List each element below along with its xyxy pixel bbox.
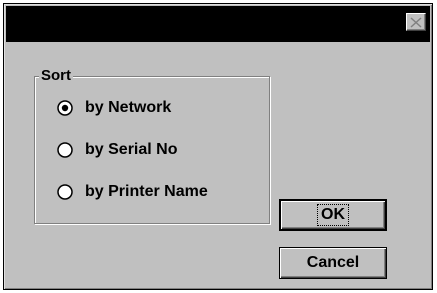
cancel-button-label: Cancel	[306, 254, 360, 271]
sort-group-title: Sort	[39, 67, 73, 85]
radio-selected-icon[interactable]	[57, 100, 73, 116]
radio-by-printer-name[interactable]: by Printer Name	[57, 181, 208, 203]
radio-by-serial-no[interactable]: by Serial No	[57, 139, 177, 161]
radio-by-network[interactable]: by Network	[57, 97, 171, 119]
cancel-button[interactable]: Cancel	[279, 247, 387, 279]
ok-button-label: OK	[317, 204, 349, 226]
sort-dialog: Sort by Network by Serial No by Printer …	[3, 3, 433, 290]
close-button[interactable]	[406, 13, 426, 31]
ok-button[interactable]: OK	[279, 199, 387, 231]
close-icon	[410, 16, 422, 28]
radio-unselected-icon[interactable]	[57, 142, 73, 158]
radio-label-by-network: by Network	[85, 99, 172, 116]
radio-label-by-serial-no: by Serial No	[85, 141, 178, 158]
sort-groupbox: Sort by Network by Serial No by Printer …	[34, 67, 270, 224]
radio-label-by-printer-name: by Printer Name	[85, 183, 208, 200]
title-bar	[6, 6, 430, 42]
radio-unselected-icon[interactable]	[57, 184, 73, 200]
